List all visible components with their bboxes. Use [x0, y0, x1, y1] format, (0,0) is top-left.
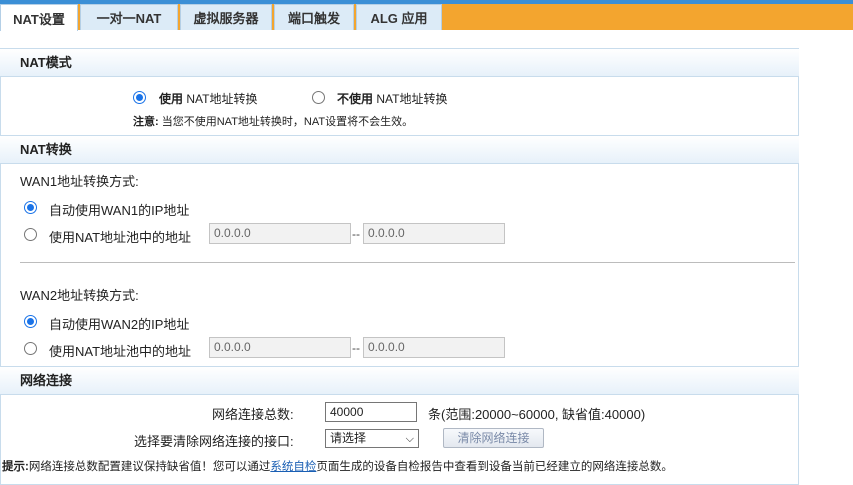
interface-select[interactable]: 请选择 ⌵ [325, 429, 419, 448]
wan2-pool-end-input[interactable]: 0.0.0.0 [363, 337, 505, 358]
wan2-range-sep: -- [352, 341, 360, 355]
wan1-label: WAN1地址转换方式: [20, 174, 139, 189]
wan1-range-sep: -- [352, 227, 360, 241]
no-nat-bold: 不使用 [337, 92, 374, 106]
connection-tip: 提示:网络连接总数配置建议保持缺省值！您可以通过系统自检页面生成的设备自检报告中… [2, 458, 673, 474]
network-connection-header: 网络连接 [0, 366, 799, 395]
wan2-pool-start-input[interactable]: 0.0.0.0 [209, 337, 351, 358]
wan1-pool-label: 使用NAT地址池中的地址 [49, 230, 192, 245]
tab-port-trigger[interactable]: 端口触发 [274, 4, 354, 30]
radio-wan1-auto[interactable] [24, 201, 37, 214]
system-check-link[interactable]: 系统自检 [270, 461, 316, 473]
wan1-pool-end-input[interactable]: 0.0.0.0 [363, 223, 505, 244]
use-nat-rest: NAT地址转换 [186, 92, 258, 106]
note-text: 当您不使用NAT地址转换时，NAT设置将不会生效。 [161, 116, 414, 128]
tip-bold: 提示: [2, 461, 29, 473]
radio-wan2-pool[interactable] [24, 342, 37, 355]
chevron-down-icon: ⌵ [405, 433, 414, 445]
nat-conversion-header: NAT转换 [0, 135, 799, 164]
wan2-pool-label: 使用NAT地址池中的地址 [49, 344, 192, 359]
no-nat-label: 不使用 NAT地址转换 [337, 90, 447, 107]
conn-total-label: 网络连接总数: [212, 407, 294, 422]
use-nat-label: 使用 NAT地址转换 [159, 90, 257, 107]
nat-mode-note: 注意: 当您不使用NAT地址转换时，NAT设置将不会生效。 [133, 113, 413, 129]
tab-virtual-server[interactable]: 虚拟服务器 [180, 4, 272, 30]
nat-mode-header: NAT模式 [0, 48, 799, 77]
conn-total-input[interactable]: 40000 [325, 402, 417, 422]
wan2-label: WAN2地址转换方式: [20, 288, 139, 303]
conn-total-hint: 条(范围:20000~60000, 缺省值:40000) [428, 407, 646, 422]
tip-after: 页面生成的设备自检报告中查看到设备当前已经建立的网络连接总数。 [316, 461, 673, 473]
use-nat-bold: 使用 [159, 92, 184, 106]
wan2-auto-label: 自动使用WAN2的IP地址 [49, 317, 190, 332]
radio-no-nat[interactable] [312, 91, 325, 104]
interface-select-value: 请选择 [330, 431, 367, 445]
tab-alg[interactable]: ALG 应用 [356, 4, 442, 30]
no-nat-rest: NAT地址转换 [376, 92, 448, 106]
clear-connections-button[interactable]: 清除网络连接 [443, 428, 544, 448]
clear-iface-label: 选择要清除网络连接的接口: [134, 434, 294, 449]
tab-nat-settings[interactable]: NAT设置 [0, 4, 78, 31]
wan1-auto-label: 自动使用WAN1的IP地址 [49, 203, 190, 218]
radio-wan2-auto[interactable] [24, 315, 37, 328]
radio-wan1-pool[interactable] [24, 228, 37, 241]
wan1-pool-start-input[interactable]: 0.0.0.0 [209, 223, 351, 244]
tip-before: 网络连接总数配置建议保持缺省值！您可以通过 [28, 461, 271, 473]
wan-divider [20, 262, 795, 263]
radio-use-nat[interactable] [133, 91, 146, 104]
tab-one-to-one-nat[interactable]: 一对一NAT [80, 4, 178, 30]
note-bold: 注意: [133, 116, 159, 128]
